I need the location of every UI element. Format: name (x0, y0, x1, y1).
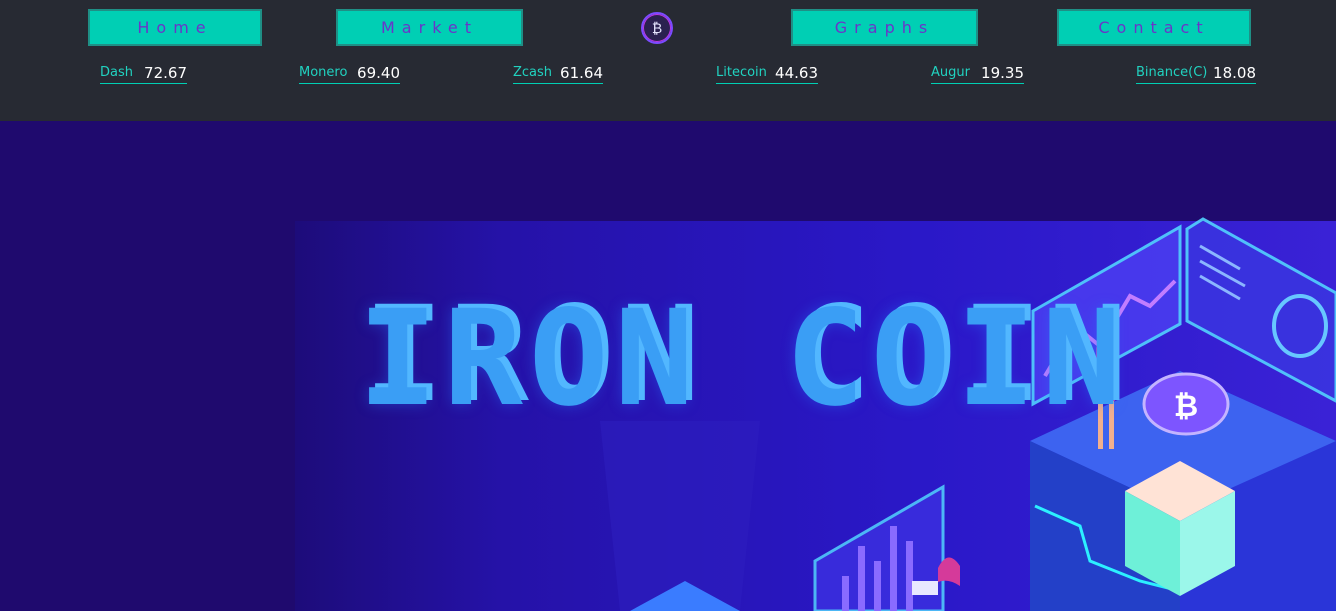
ticker-name: Dash (100, 65, 133, 80)
ticker-value: 69.40 (357, 63, 400, 82)
bitcoin-icon[interactable]: ₿ (641, 12, 673, 44)
ticker-item[interactable]: Monero 69.40 (299, 62, 400, 84)
bitcoin-glyph-icon: ₿ (652, 21, 662, 37)
top-header: Home Market ₿ Graphs Contact Dash 72.67 … (0, 0, 1336, 121)
panel-bar (858, 546, 865, 611)
ticker-name: Monero (299, 65, 348, 80)
ticker-value: 18.08 (1213, 63, 1256, 82)
ticker-item[interactable]: Litecoin 44.63 (716, 62, 818, 84)
laptop-icon (912, 581, 938, 595)
ticker-name: Zcash (513, 65, 553, 80)
ticker-value: 61.64 (560, 63, 603, 82)
hero-banner: ₿ IRON COIN (0, 121, 1336, 611)
panel-bar (874, 561, 881, 611)
panel-bar (842, 576, 849, 611)
ticker-item[interactable]: Dash 72.67 (100, 62, 187, 84)
hero-title: IRON COIN (358, 282, 1128, 436)
ticker-value: 72.67 (144, 63, 187, 82)
ticker-name: Augur (931, 65, 970, 80)
ticker-name: Litecoin (716, 65, 767, 80)
contact-button[interactable]: Contact (1057, 9, 1251, 46)
ticker-name: Binance(C) (1136, 65, 1208, 80)
info-panel (1185, 217, 1336, 403)
ticker-value: 19.35 (981, 63, 1024, 82)
light-beam (600, 421, 760, 611)
market-button[interactable]: Market (336, 9, 523, 46)
graphs-button[interactable]: Graphs (791, 9, 978, 46)
ticker-item[interactable]: Binance(C) 18.08 (1136, 62, 1256, 84)
ticker-item[interactable]: Zcash 61.64 (513, 62, 603, 84)
svg-text:₿: ₿ (652, 21, 662, 37)
panel-bar (906, 541, 913, 611)
home-button[interactable]: Home (88, 9, 262, 46)
ticker-value: 44.63 (775, 63, 818, 82)
bitcoin-symbol-icon: ₿ (1174, 389, 1198, 424)
panel-bar (890, 526, 897, 611)
ticker-item[interactable]: Augur 19.35 (931, 62, 1024, 84)
